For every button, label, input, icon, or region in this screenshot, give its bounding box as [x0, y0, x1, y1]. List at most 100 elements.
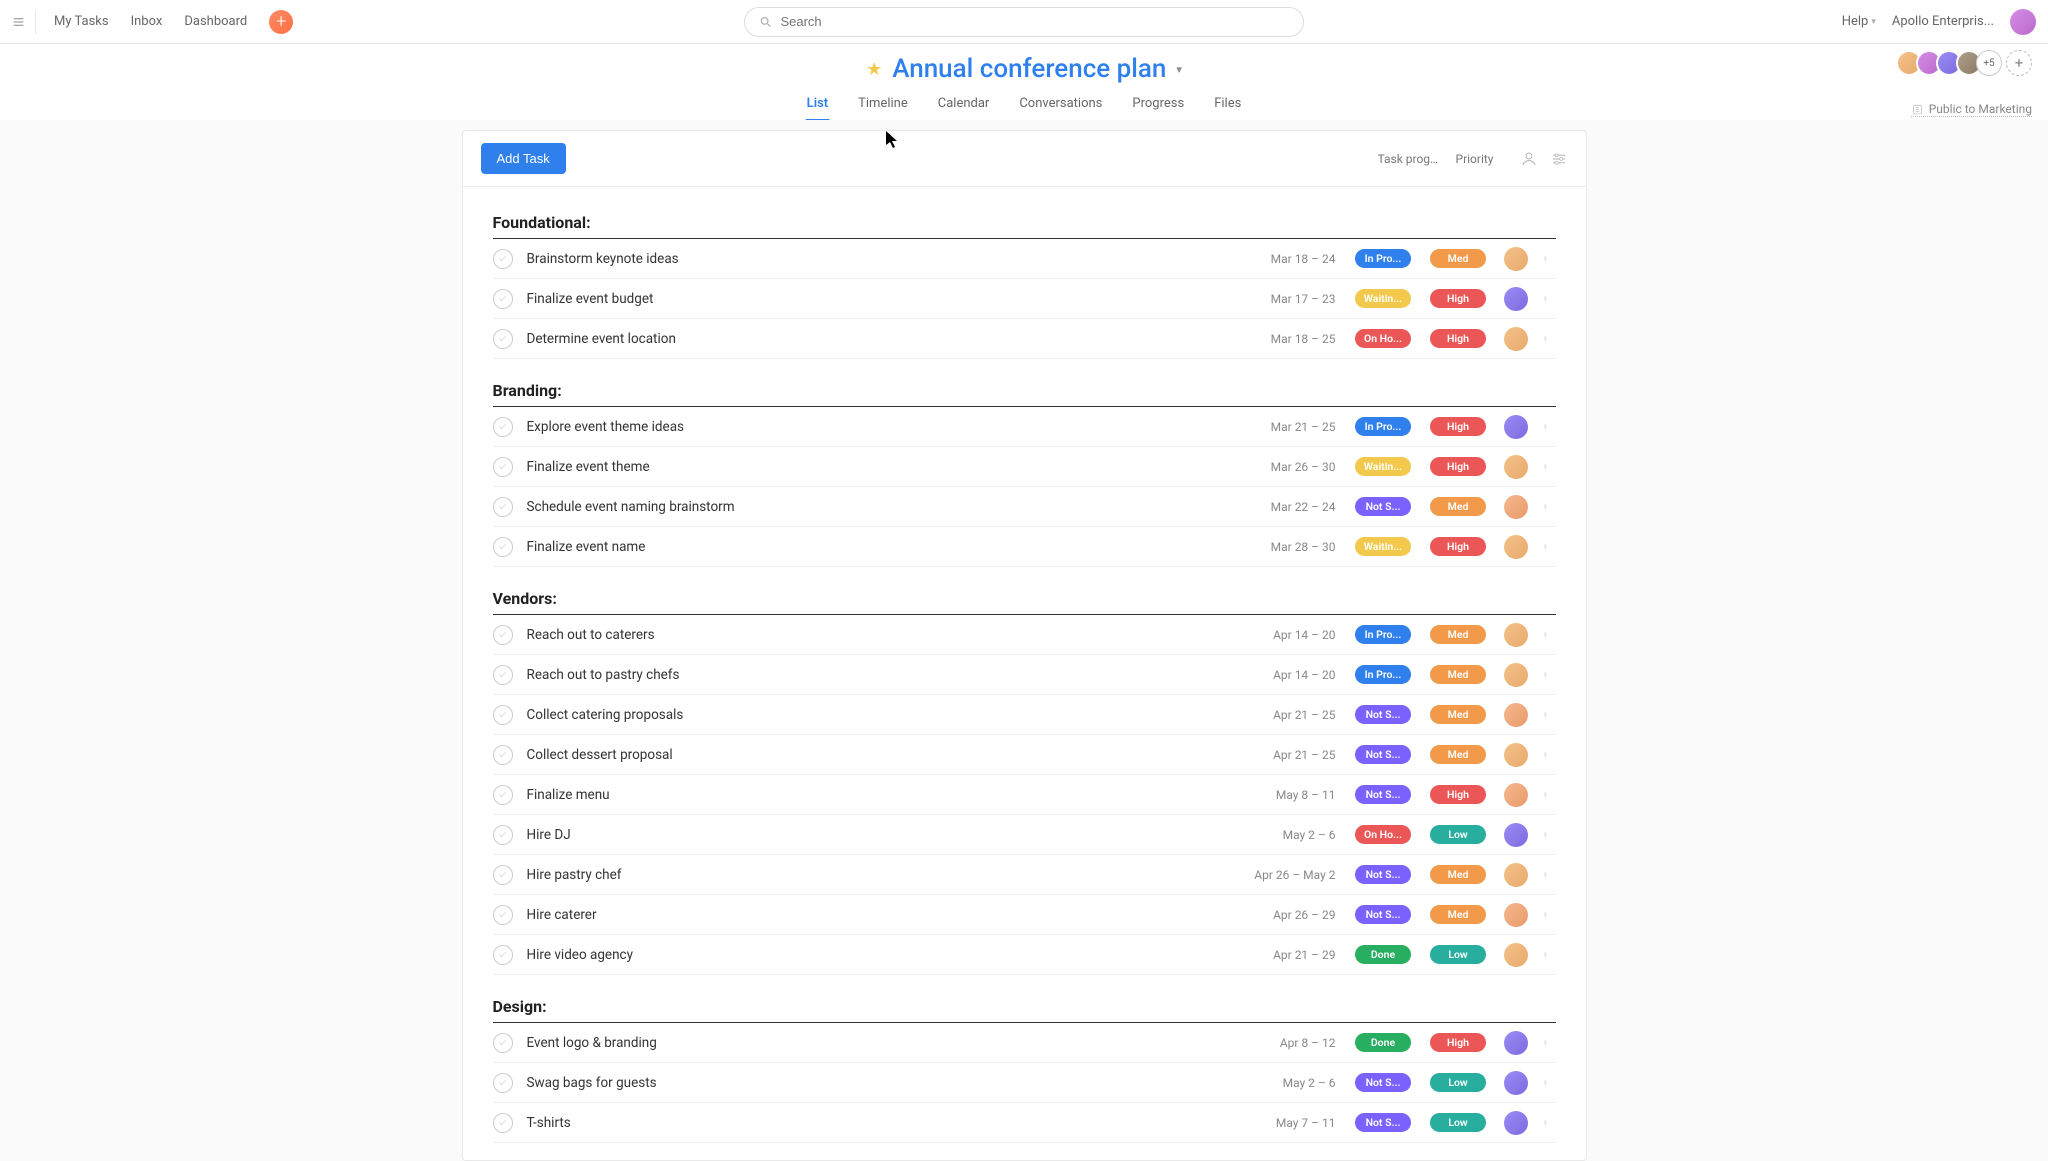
- priority-pill[interactable]: Med: [1430, 865, 1486, 884]
- complete-checkbox[interactable]: [493, 537, 513, 557]
- progress-pill[interactable]: Not S...: [1355, 1073, 1411, 1092]
- complete-checkbox[interactable]: [493, 825, 513, 845]
- global-search[interactable]: [744, 7, 1304, 37]
- chevron-right-icon[interactable]: ›: [1544, 540, 1556, 553]
- help-menu[interactable]: Help ▾: [1842, 14, 1876, 29]
- complete-checkbox[interactable]: [493, 1033, 513, 1053]
- complete-checkbox[interactable]: [493, 665, 513, 685]
- assignee-avatar[interactable]: [1504, 535, 1528, 559]
- complete-checkbox[interactable]: [493, 865, 513, 885]
- priority-pill[interactable]: Med: [1430, 705, 1486, 724]
- tab-files[interactable]: Files: [1212, 90, 1243, 121]
- complete-checkbox[interactable]: [493, 745, 513, 765]
- priority-pill[interactable]: High: [1430, 785, 1486, 804]
- assignee-avatar[interactable]: [1504, 823, 1528, 847]
- priority-pill[interactable]: Med: [1430, 745, 1486, 764]
- progress-pill[interactable]: Waitin...: [1355, 289, 1411, 308]
- chevron-right-icon[interactable]: ›: [1544, 500, 1556, 513]
- nav-my-tasks[interactable]: My Tasks: [54, 14, 109, 29]
- assignee-filter-icon[interactable]: [1520, 150, 1538, 168]
- complete-checkbox[interactable]: [493, 1113, 513, 1133]
- assignee-avatar[interactable]: [1504, 1111, 1528, 1135]
- progress-pill[interactable]: In Pro...: [1355, 249, 1411, 268]
- section-header[interactable]: Foundational:: [493, 199, 1556, 239]
- assignee-avatar[interactable]: [1504, 663, 1528, 687]
- complete-checkbox[interactable]: [493, 945, 513, 965]
- complete-checkbox[interactable]: [493, 905, 513, 925]
- star-icon[interactable]: ★: [866, 59, 882, 80]
- assignee-avatar[interactable]: [1504, 495, 1528, 519]
- progress-pill[interactable]: Not S...: [1355, 705, 1411, 724]
- task-row[interactable]: Hire DJMay 2 – 6On Ho...Low›: [493, 815, 1556, 855]
- task-row[interactable]: Explore event theme ideasMar 21 – 25In P…: [493, 407, 1556, 447]
- progress-pill[interactable]: On Ho...: [1355, 825, 1411, 844]
- priority-pill[interactable]: Low: [1430, 1073, 1486, 1092]
- chevron-down-icon[interactable]: ▾: [1176, 63, 1182, 76]
- progress-pill[interactable]: In Pro...: [1355, 625, 1411, 644]
- progress-pill[interactable]: Not S...: [1355, 865, 1411, 884]
- priority-pill[interactable]: Med: [1430, 905, 1486, 924]
- project-privacy[interactable]: Public to Marketing: [1911, 102, 2032, 117]
- assignee-avatar[interactable]: [1504, 415, 1528, 439]
- task-row[interactable]: Hire video agencyApr 21 – 29DoneLow›: [493, 935, 1556, 975]
- complete-checkbox[interactable]: [493, 497, 513, 517]
- chevron-right-icon[interactable]: ›: [1544, 628, 1556, 641]
- current-user-avatar[interactable]: [2010, 9, 2036, 35]
- tab-list[interactable]: List: [805, 90, 830, 121]
- priority-pill[interactable]: Med: [1430, 665, 1486, 684]
- priority-pill[interactable]: High: [1430, 457, 1486, 476]
- progress-pill[interactable]: Done: [1355, 945, 1411, 964]
- priority-pill[interactable]: Med: [1430, 625, 1486, 644]
- tab-conversations[interactable]: Conversations: [1017, 90, 1104, 121]
- quick-add-button[interactable]: +: [269, 10, 293, 34]
- complete-checkbox[interactable]: [493, 457, 513, 477]
- assignee-avatar[interactable]: [1504, 1031, 1528, 1055]
- chevron-right-icon[interactable]: ›: [1544, 948, 1556, 961]
- progress-pill[interactable]: Waitin...: [1355, 537, 1411, 556]
- progress-pill[interactable]: Done: [1355, 1033, 1411, 1052]
- task-row[interactable]: T-shirtsMay 7 – 11Not S...Low›: [493, 1103, 1556, 1143]
- chevron-right-icon[interactable]: ›: [1544, 1076, 1556, 1089]
- priority-pill[interactable]: High: [1430, 537, 1486, 556]
- priority-pill[interactable]: High: [1430, 289, 1486, 308]
- task-row[interactable]: Finalize event budgetMar 17 – 23Waitin..…: [493, 279, 1556, 319]
- assignee-avatar[interactable]: [1504, 623, 1528, 647]
- task-row[interactable]: Finalize event themeMar 26 – 30Waitin...…: [493, 447, 1556, 487]
- section-header[interactable]: Design:: [493, 983, 1556, 1023]
- field-priority[interactable]: Priority: [1456, 152, 1494, 166]
- complete-checkbox[interactable]: [493, 705, 513, 725]
- member-overflow-count[interactable]: +5: [1976, 50, 2002, 76]
- priority-pill[interactable]: Low: [1430, 1113, 1486, 1132]
- complete-checkbox[interactable]: [493, 417, 513, 437]
- task-row[interactable]: Finalize menuMay 8 – 11Not S...High›: [493, 775, 1556, 815]
- tab-progress[interactable]: Progress: [1130, 90, 1186, 121]
- complete-checkbox[interactable]: [493, 1073, 513, 1093]
- task-row[interactable]: Reach out to caterersApr 14 – 20In Pro..…: [493, 615, 1556, 655]
- progress-pill[interactable]: Not S...: [1355, 785, 1411, 804]
- assignee-avatar[interactable]: [1504, 903, 1528, 927]
- project-title[interactable]: Annual conference plan: [892, 54, 1166, 84]
- task-row[interactable]: Collect catering proposalsApr 21 – 25Not…: [493, 695, 1556, 735]
- chevron-right-icon[interactable]: ›: [1544, 460, 1556, 473]
- progress-pill[interactable]: In Pro...: [1355, 665, 1411, 684]
- complete-checkbox[interactable]: [493, 289, 513, 309]
- task-scroll[interactable]: Foundational:Brainstorm keynote ideasMar…: [463, 187, 1586, 1160]
- assignee-avatar[interactable]: [1504, 455, 1528, 479]
- chevron-right-icon[interactable]: ›: [1544, 252, 1556, 265]
- assignee-avatar[interactable]: [1504, 783, 1528, 807]
- chevron-right-icon[interactable]: ›: [1544, 908, 1556, 921]
- complete-checkbox[interactable]: [493, 249, 513, 269]
- chevron-right-icon[interactable]: ›: [1544, 708, 1556, 721]
- chevron-right-icon[interactable]: ›: [1544, 420, 1556, 433]
- chevron-right-icon[interactable]: ›: [1544, 1116, 1556, 1129]
- task-row[interactable]: Schedule event naming brainstormMar 22 –…: [493, 487, 1556, 527]
- chevron-right-icon[interactable]: ›: [1544, 292, 1556, 305]
- priority-pill[interactable]: High: [1430, 417, 1486, 436]
- assignee-avatar[interactable]: [1504, 287, 1528, 311]
- tab-timeline[interactable]: Timeline: [856, 90, 910, 121]
- chevron-right-icon[interactable]: ›: [1544, 788, 1556, 801]
- search-input[interactable]: [780, 14, 1289, 29]
- progress-pill[interactable]: Not S...: [1355, 497, 1411, 516]
- priority-pill[interactable]: High: [1430, 329, 1486, 348]
- assignee-avatar[interactable]: [1504, 863, 1528, 887]
